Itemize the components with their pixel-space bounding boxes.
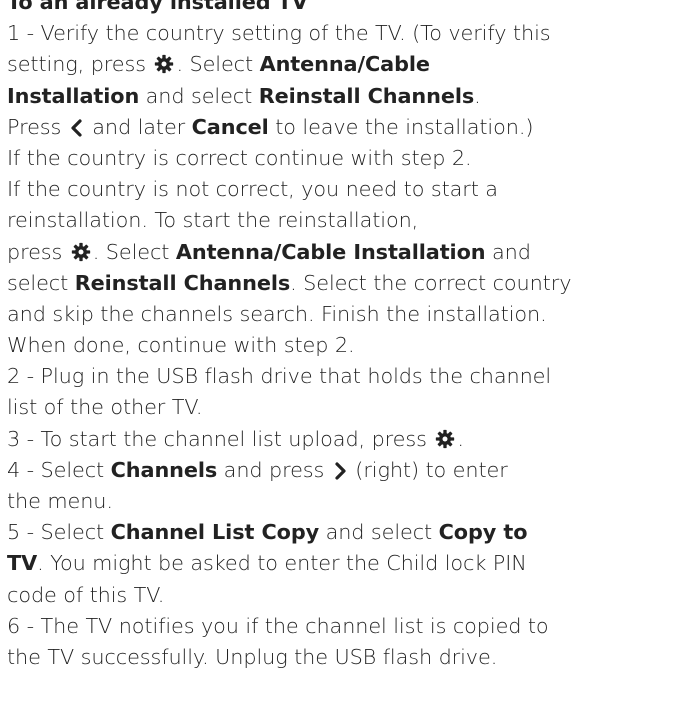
text-line: press . Select Antenna/Cable Installatio… [7,237,683,268]
text-line: Installation and select Reinstall Channe… [7,81,683,112]
ui-term: Installation [7,83,140,108]
text-run: the menu. [7,489,113,513]
text-line: code of this TV. [7,580,683,611]
text-run: If the country is not correct, you need … [7,177,498,202]
text-run: setting, press [7,52,153,77]
text-line: the menu. [7,486,683,517]
text-line: select Reinstall Channels. Select the co… [7,268,683,299]
text-line: 2 - Plug in the USB flash drive that hol… [7,361,683,392]
ui-term: To an already installed TV [7,0,308,14]
text-run: reinstallation. To start the reinstallat… [7,208,419,233]
text-run: If the country is correct continue with … [7,145,472,170]
ui-term: Antenna/Cable [259,52,430,77]
text-run: and later [85,114,192,139]
text-line: If the country is correct continue with … [7,143,683,174]
text-run: . Select the correct country [290,270,572,295]
text-run: When done, continue with step 2. [7,333,355,358]
text-run: . Select [176,52,260,77]
text-run: 2 - Plug in the USB flash drive that hol… [7,364,552,389]
ui-term: TV [7,551,38,576]
ui-term: Antenna/Cable Installation [175,239,486,264]
text-run: and select [139,83,259,108]
text-line: TV. You might be asked to enter the Chil… [7,548,683,579]
gear-icon [154,54,174,74]
text-run: 4 - Select [7,457,111,482]
text-line: When done, continue with step 2. [7,330,683,361]
chevron-right-icon [333,462,347,480]
text-run: Press [7,114,68,139]
text-run: . [474,83,481,108]
ui-term: Channels [110,457,218,482]
text-run: 1 - Verify the country setting of the TV… [7,21,551,46]
text-run: and select [319,520,439,545]
text-run: . You might be asked to enter the Child … [37,551,527,576]
text-run: 6 - The TV notifies you if the channel l… [7,613,549,638]
text-line: To an already installed TV [7,0,683,18]
text-line: 4 - Select Channels and press (right) to… [7,455,683,486]
chevron-left-icon [70,119,84,137]
text-line: reinstallation. To start the reinstallat… [7,205,683,236]
text-run: the TV successfully. Unplug the USB flas… [7,644,498,669]
text-line: 5 - Select Channel List Copy and select … [7,517,683,548]
ui-term: Reinstall Channels [258,83,475,108]
ui-term: Copy to [438,520,528,545]
text-run: and press [217,457,331,482]
text-line: 6 - The TV notifies you if the channel l… [7,611,683,642]
text-line: list of the other TV. [7,392,683,423]
text-run: 5 - Select [7,520,111,545]
text-run: press [7,239,69,264]
gear-icon [71,242,91,262]
text-run: and [485,239,531,264]
text-line: If the country is not correct, you need … [7,174,683,205]
text-line: 1 - Verify the country setting of the TV… [7,18,683,49]
instructions-text: To an already installed TV 1 - Verify the… [7,0,683,673]
text-run: . [457,426,464,451]
text-run: 3 - To start the channel list upload, pr… [7,426,434,451]
text-line: Press and later Cancel to leave the inst… [7,112,683,143]
gear-icon [435,429,455,449]
text-run: and skip the channels search. Finish the… [7,301,547,326]
text-line: 3 - To start the channel list upload, pr… [7,424,683,455]
text-run: code of this TV. [7,582,165,607]
text-run: list of the other TV. [7,395,203,420]
ui-term: Cancel [191,114,269,139]
text-run: select [7,270,75,295]
text-run: to leave the installation.) [268,114,534,139]
text-line: setting, press . Select Antenna/Cable [7,49,683,80]
ui-term: Channel List Copy [110,520,320,545]
text-line: and skip the channels search. Finish the… [7,299,683,330]
text-run: . Select [92,239,176,264]
text-run: (right) to enter [348,457,508,482]
ui-term: Reinstall Channels [74,270,291,295]
text-line: the TV successfully. Unplug the USB flas… [7,642,683,673]
